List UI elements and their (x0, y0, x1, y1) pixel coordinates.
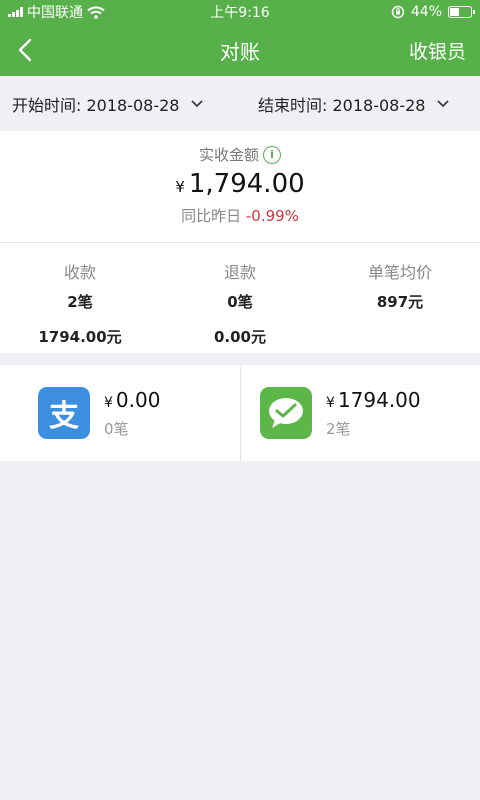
wechat-text: ¥1794.00 2笔 (326, 388, 421, 439)
alipay-icon-glyph: 支 (49, 399, 79, 434)
stat-count: 897元 (376, 293, 424, 311)
alipay-amount: ¥0.00 (104, 388, 160, 412)
alipay-card[interactable]: 支 ¥0.00 0笔 (0, 365, 240, 461)
alipay-text: ¥0.00 0笔 (104, 388, 160, 439)
app-header: 中国联通 上午9:16 44% 对账 收银员 (0, 0, 480, 76)
wechat-amount: ¥1794.00 (326, 388, 421, 412)
compare-label: 同比昨日 (181, 207, 242, 225)
stat-label: 单笔均价 (367, 263, 432, 282)
carrier-name: 中国联通 (27, 5, 83, 21)
stat-refund: 退款 0笔 0.00元 (160, 243, 320, 353)
status-right: 44% (391, 4, 475, 20)
alipay-count: 0笔 (104, 419, 129, 438)
received-summary: 实收金额 i ¥1,794.00 同比昨日 -0.99% (0, 131, 480, 243)
currency-symbol: ¥ (175, 178, 185, 196)
received-amount: ¥1,794.00 (0, 169, 480, 199)
battery-fill (450, 8, 459, 16)
wechat-amount-value: 1794.00 (337, 387, 421, 412)
stat-amount: 0.00元 (213, 328, 266, 346)
compare-value: -0.99% (245, 207, 299, 225)
received-label: 实收金额 (198, 146, 259, 164)
battery-percent: 44% (410, 4, 442, 20)
end-date-label: 结束时间: 2018-08-28 (258, 95, 426, 115)
currency-symbol: ¥ (104, 394, 113, 411)
status-left: 中国联通 (8, 2, 105, 22)
chevron-left-icon (18, 38, 32, 62)
currency-symbol: ¥ (326, 394, 335, 411)
wifi-icon (87, 6, 105, 19)
received-amount-value: 1,794.00 (188, 169, 305, 199)
alipay-amount-value: 0.00 (115, 387, 161, 412)
alipay-icon: 支 (38, 387, 90, 439)
start-date-selector[interactable]: 开始时间: 2018-08-28 (0, 92, 240, 116)
stat-amount: 1794.00元 (38, 328, 122, 346)
cashier-button[interactable]: 收银员 (409, 37, 480, 64)
stat-average: 单笔均价 897元 (320, 243, 480, 353)
stat-count: 2笔 (67, 293, 93, 311)
stat-label: 退款 (223, 263, 256, 282)
chevron-down-icon (191, 99, 204, 108)
stats-row: 收款 2笔 1794.00元 退款 0笔 0.00元 单笔均价 897元 (0, 243, 480, 353)
status-bar: 中国联通 上午9:16 44% (0, 0, 480, 24)
end-date-selector[interactable]: 结束时间: 2018-08-28 (240, 92, 480, 116)
received-label-row: 实收金额 i (0, 144, 480, 165)
chevron-down-icon (437, 99, 450, 108)
payment-methods: 支 ¥0.00 0笔 ¥1794.00 2笔 (0, 365, 480, 461)
battery-icon (448, 6, 475, 18)
date-filter-bar: 开始时间: 2018-08-28 结束时间: 2018-08-28 (0, 76, 480, 131)
wechat-count: 2笔 (326, 419, 351, 438)
nav-bar: 对账 收银员 (0, 24, 480, 76)
stat-label: 收款 (63, 263, 96, 282)
wechat-bubble-icon (269, 398, 303, 428)
back-button[interactable] (0, 24, 50, 76)
wechat-pay-icon (260, 387, 312, 439)
info-icon[interactable]: i (263, 145, 281, 164)
stat-received: 收款 2笔 1794.00元 (0, 243, 160, 353)
stat-count: 0笔 (227, 293, 253, 311)
wechat-pay-card[interactable]: ¥1794.00 2笔 (240, 365, 480, 461)
compare-yesterday: 同比昨日 -0.99% (0, 205, 480, 226)
rotation-lock-icon (391, 5, 405, 19)
signal-icon (8, 7, 23, 17)
start-date-label: 开始时间: 2018-08-28 (12, 95, 180, 115)
